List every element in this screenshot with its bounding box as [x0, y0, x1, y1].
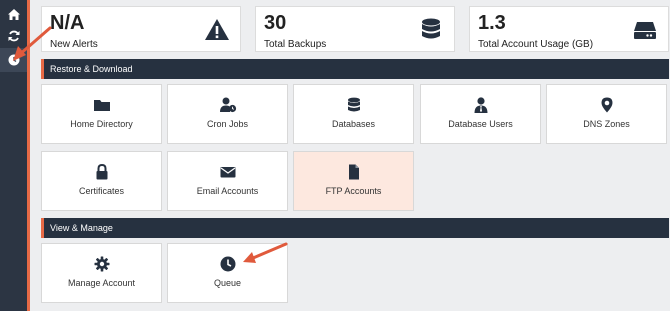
folder-icon	[93, 100, 110, 111]
user-tie-icon	[474, 97, 487, 113]
stat-card-total-backups: 30 Total Backups	[255, 6, 455, 52]
map-marker-icon	[601, 97, 612, 113]
stat-card-new-alerts: N/A New Alerts	[41, 6, 241, 52]
section-header-restore-download: Restore & Download	[41, 59, 669, 79]
sidebar-refresh-button[interactable]	[0, 24, 27, 48]
refresh-icon	[8, 30, 19, 42]
stat-value: 30	[264, 12, 287, 34]
tile-cron-jobs[interactable]: Cron Jobs	[167, 84, 288, 144]
database-icon	[347, 97, 360, 112]
sidebar-home-button[interactable]	[0, 2, 27, 26]
tile-label: Databases	[331, 119, 376, 129]
tile-home-directory[interactable]: Home Directory	[41, 84, 162, 144]
envelope-icon	[220, 167, 235, 178]
tile-dns-zones[interactable]: DNS Zones	[546, 84, 667, 144]
stat-card-account-usage: 1.3 Total Account Usage (GB)	[469, 6, 669, 52]
tile-database-users[interactable]: Database Users	[420, 84, 541, 144]
hard-drive-icon	[634, 22, 656, 39]
tile-databases[interactable]: Databases	[293, 84, 414, 144]
tile-label: Home Directory	[70, 119, 133, 129]
home-icon	[7, 8, 20, 20]
clock-icon	[220, 256, 235, 272]
tile-label: Cron Jobs	[206, 119, 249, 129]
user-clock-icon	[219, 97, 236, 113]
tile-email-accounts[interactable]: Email Accounts	[167, 151, 288, 211]
database-icon	[422, 18, 440, 39]
tile-label: Manage Account	[67, 278, 136, 288]
tile-label: Certificates	[78, 186, 124, 196]
tile-label: FTP Accounts	[325, 186, 382, 196]
tile-queue[interactable]: Queue	[167, 243, 288, 303]
sidebar-queue-button[interactable]	[0, 48, 27, 72]
tile-label: DNS Zones	[583, 119, 630, 129]
stat-label: New Alerts	[50, 39, 98, 50]
tile-label: Database Users	[448, 119, 513, 129]
stat-value: N/A	[50, 12, 85, 34]
tile-label: Queue	[213, 278, 242, 288]
warning-icon	[205, 19, 229, 40]
section-title: Restore & Download	[50, 64, 133, 74]
main-content: N/A New Alerts 30 Total Backups 1.3 Tota…	[27, 0, 670, 311]
tile-certificates[interactable]: Certificates	[41, 151, 162, 211]
clock-icon	[8, 54, 19, 66]
file-icon	[348, 164, 359, 180]
section-title: View & Manage	[50, 223, 113, 233]
tile-label: Email Accounts	[196, 186, 259, 196]
gear-icon	[94, 256, 109, 272]
lock-icon	[96, 164, 107, 180]
section-header-view-manage: View & Manage	[41, 218, 669, 238]
tile-ftp-accounts[interactable]: FTP Accounts	[293, 151, 414, 211]
tile-manage-account[interactable]: Manage Account	[41, 243, 162, 303]
stat-value: 1.3	[478, 12, 506, 34]
stat-label: Total Backups	[264, 39, 327, 50]
stat-label: Total Account Usage (GB)	[478, 39, 594, 50]
sidebar	[0, 0, 27, 311]
